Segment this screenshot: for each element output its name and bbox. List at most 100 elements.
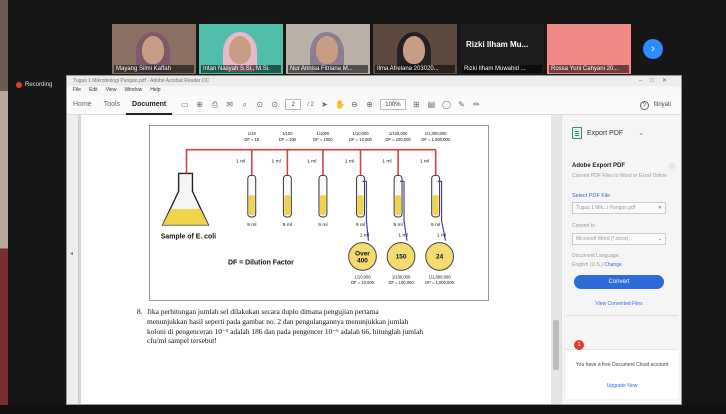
- dilution-ratio-label: 1/10,000: [352, 131, 369, 136]
- colony-count-label: 24: [436, 253, 444, 260]
- hand-tool-icon[interactable]: ✋: [335, 100, 345, 109]
- transfer-volume-label: 1 ml: [345, 159, 354, 165]
- zoom-in-icon[interactable]: ⊕: [365, 100, 374, 109]
- dilution-factor-label: DF = 1000: [313, 137, 333, 142]
- selected-file-field[interactable]: Tugas 1 Mik...i Pangan.pdf ✕: [572, 202, 666, 214]
- record-dot-icon: [16, 82, 22, 88]
- participant-name: Rizki Ilham Muwahid ...: [462, 65, 542, 73]
- tab-home[interactable]: Home: [67, 95, 98, 115]
- change-language-link[interactable]: Change: [604, 262, 622, 268]
- convert-to-label: Convert to: [572, 223, 596, 229]
- info-icon[interactable]: ⓘ: [669, 162, 675, 171]
- scrollbar-thumb[interactable]: [553, 320, 559, 370]
- dilution-factor-label: DF = 10: [244, 137, 260, 142]
- chevron-down-icon[interactable]: ⌄: [638, 129, 644, 137]
- email-icon[interactable]: ✉: [225, 100, 234, 109]
- participant-name: Rossa Yuni Cahyani 20...: [549, 65, 629, 73]
- dilution-ratio-label: 1/100,000: [389, 131, 408, 136]
- fit-page-icon[interactable]: ⊞: [412, 100, 421, 109]
- plate-df-label: DF = 100,000: [388, 280, 414, 285]
- df-legend: DF = Dilution Factor: [228, 259, 294, 266]
- tab-document[interactable]: Document: [126, 95, 173, 115]
- dilution-factor-label: DF = 100,000: [385, 137, 411, 142]
- dilution-ratio-label: 1/1,000,000: [425, 131, 448, 136]
- page-number-input[interactable]: 2: [285, 99, 302, 110]
- window-titlebar: Tugas 1 Mikrobiologi Pangan.pdf - Adobe …: [67, 76, 681, 86]
- print-icon[interactable]: ⎙: [210, 100, 219, 110]
- export-pdf-header[interactable]: Export PDF ⌄: [572, 127, 644, 139]
- upgrade-link[interactable]: Upgrade Now: [572, 383, 672, 389]
- panel-heading: Adobe Export PDF: [572, 163, 626, 169]
- scroll-mode-icon[interactable]: ▤: [427, 100, 436, 109]
- plating-volume-label: 1 ml: [360, 233, 369, 239]
- export-pdf-icon: [572, 127, 582, 139]
- zoom-meeting-window: Mayang Silmi Kaffah Intan Nasyah S.Si., …: [0, 0, 726, 414]
- serial-dilution-figure: Sample of E. coli 1/10DF = 10 1 ml 9 ml 1/10…: [149, 125, 489, 301]
- save-icon[interactable]: ▭: [180, 100, 189, 109]
- participant-name: Ilma Afrelana 203020...: [375, 65, 455, 73]
- left-nav-panel[interactable]: ◂: [67, 115, 79, 404]
- plate-dilution-label: 1/10,000: [354, 274, 371, 279]
- user-name[interactable]: fitriyati: [654, 102, 671, 108]
- remove-file-icon[interactable]: ✕: [658, 203, 662, 214]
- flask-liquid: [162, 209, 209, 225]
- participant-name: Nur Annisa Fitriana M...: [288, 65, 368, 73]
- participant-tile[interactable]: Intan Nasyah S.Si., M.Si.: [199, 24, 283, 74]
- zoom-level-select[interactable]: 100%: [379, 99, 406, 110]
- view-converted-link[interactable]: View Converted Files: [572, 301, 666, 307]
- tube-liquid: [319, 195, 326, 215]
- tube-volume-label: 9 ml: [393, 222, 402, 228]
- tab-tools[interactable]: Tools: [98, 95, 126, 115]
- document-language-label: Document Language:: [572, 253, 620, 259]
- tube-liquid: [357, 195, 364, 215]
- tube-volume-label: 9 ml: [283, 222, 292, 228]
- convert-format-value: Microsoft Word (*.docx): [576, 236, 629, 242]
- colony-count-label: 150: [396, 253, 407, 260]
- page-down-icon[interactable]: ⊙: [270, 100, 279, 109]
- question-line: menunjukkan hasil seperti pada gambar no…: [147, 316, 409, 326]
- export-pdf-pane: Export PDF ⌄ Adobe Export PDF ⓘ Convert …: [561, 115, 681, 404]
- tube-liquid: [284, 195, 291, 215]
- plating-volume-label: 1 ml: [398, 233, 407, 239]
- dilution-factor-label: DF = 1,000,000: [421, 137, 450, 142]
- select-cursor-icon[interactable]: ➤: [320, 100, 329, 109]
- search-icon[interactable]: ⌕: [240, 100, 249, 110]
- tube-volume-label: 9 ml: [318, 222, 327, 228]
- transfer-volume-label: 1 ml: [382, 159, 391, 165]
- participant-tile[interactable]: Nur Annisa Fitriana M...: [286, 24, 370, 74]
- participant-tile[interactable]: Rossa Yuni Cahyani 20...: [547, 24, 631, 74]
- help-icon[interactable]: ?: [639, 100, 649, 110]
- participant-tile[interactable]: Mayang Silmi Kaffah: [112, 24, 196, 74]
- bottom-bar: [0, 405, 726, 414]
- select-pdf-link[interactable]: Select PDF File: [572, 193, 610, 199]
- convert-format-select[interactable]: Microsoft Word (*.docx) ⌄: [572, 233, 666, 245]
- recording-indicator[interactable]: Recording: [16, 82, 52, 88]
- transfer-volume-label: 1 ml: [420, 159, 429, 165]
- participant-tile[interactable]: Ilma Afrelana 203020...: [373, 24, 457, 74]
- plating-volume-label: 1 ml: [437, 233, 446, 239]
- tube-liquid: [248, 195, 255, 215]
- selected-file-name: Tugas 1 Mik...i Pangan.pdf: [576, 205, 636, 211]
- window-controls[interactable]: –□✕: [639, 76, 675, 86]
- zoom-out-icon[interactable]: ⊖: [350, 100, 359, 109]
- comment-icon[interactable]: ◯: [442, 100, 451, 109]
- tube-volume-label: 9 ml: [356, 222, 365, 228]
- next-participants-button[interactable]: ›: [643, 39, 663, 59]
- plate-df-label: DF = 10,000: [351, 280, 375, 285]
- page-up-icon[interactable]: ⊙: [255, 100, 264, 109]
- upload-icon[interactable]: ⊕: [195, 100, 204, 109]
- vertical-scrollbar[interactable]: [551, 115, 561, 404]
- expand-nav-icon[interactable]: ◂: [70, 250, 73, 257]
- tube-liquid: [395, 195, 402, 215]
- draw-icon[interactable]: ✏: [472, 100, 481, 109]
- transfer-volume-label: 1 ml: [236, 159, 245, 165]
- participant-tile[interactable]: Rizki Ilham Mu... Rizki Ilham Muwahid ..…: [460, 24, 544, 74]
- question-line: koloni di pengenceran 10⁻⁵ adalah 186 da…: [147, 326, 424, 336]
- plate-dilution-label: 1/1,000,000: [429, 274, 452, 279]
- highlight-icon[interactable]: ✎: [457, 100, 466, 109]
- convert-button[interactable]: Convert: [574, 275, 664, 289]
- notification-badge: 1: [574, 340, 584, 350]
- panel-description: Convert PDF Files to Word or Excel Onlin…: [572, 173, 667, 179]
- colony-count-label: 400: [357, 257, 368, 264]
- dilution-ratio-label: 1/1000: [317, 131, 330, 136]
